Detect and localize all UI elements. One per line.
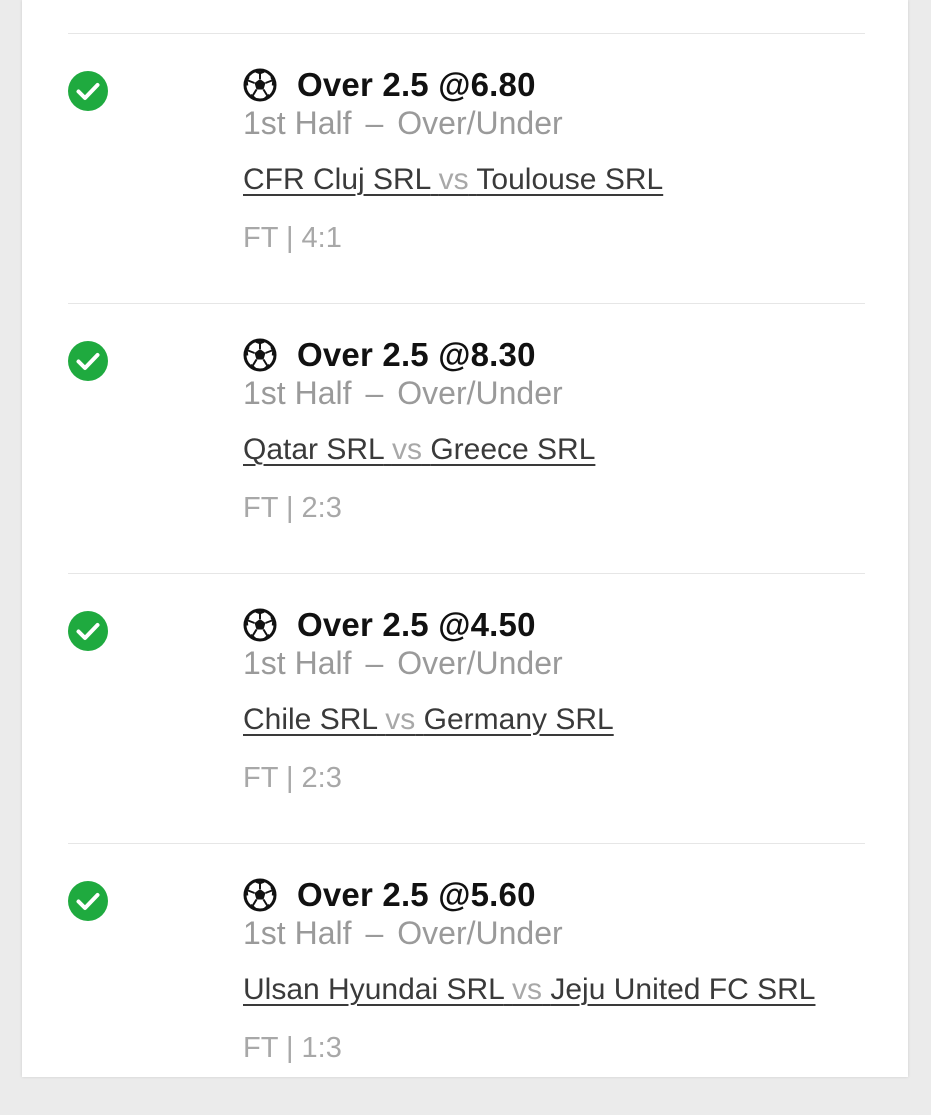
period-label: 1st Half xyxy=(243,105,352,141)
divider xyxy=(68,33,865,34)
market-separator: – xyxy=(365,915,384,951)
soccer-ball-icon xyxy=(243,68,277,102)
pick-row: Over 2.5 @6.80 xyxy=(243,65,536,105)
market-type-label: Over/Under xyxy=(397,105,563,141)
pick-label: Over 2.5 @8.30 xyxy=(297,336,536,373)
market-label: 1st Half – Over/Under xyxy=(243,645,563,682)
away-team: Jeju United FC SRL xyxy=(550,973,816,1006)
pick-label: Over 2.5 @5.60 xyxy=(297,876,536,913)
match-link[interactable]: Ulsan Hyundai SRL vs Jeju United FC SRL xyxy=(243,973,815,1007)
pick-row: Over 2.5 @8.30 xyxy=(243,335,536,375)
soccer-ball-icon xyxy=(243,338,277,372)
pick-row: Over 2.5 @5.60 xyxy=(243,875,536,915)
soccer-ball-icon xyxy=(243,878,277,912)
bet-item: Over 2.5 @6.80 1st Half – Over/Under CFR C… xyxy=(0,35,931,305)
match-link[interactable]: Chile SRL vs Germany SRL xyxy=(243,703,614,737)
vs-label: vs xyxy=(391,433,422,466)
market-label: 1st Half – Over/Under xyxy=(243,105,563,142)
bet-item: Over 2.5 @8.30 1st Half – Over/Under Qatar… xyxy=(0,305,931,575)
period-label: 1st Half xyxy=(243,645,352,681)
soccer-ball-icon xyxy=(243,608,277,642)
market-type-label: Over/Under xyxy=(397,645,563,681)
match-result: FT | 2:3 xyxy=(243,492,342,524)
market-label: 1st Half – Over/Under xyxy=(243,915,563,952)
match-result: FT | 1:3 xyxy=(243,1032,342,1064)
pick-label: Over 2.5 @4.50 xyxy=(297,606,536,643)
bet-item: Over 2.5 @4.50 1st Half – Over/Under Chile… xyxy=(0,575,931,845)
market-separator: – xyxy=(365,105,384,141)
home-team: CFR Cluj SRL xyxy=(243,163,431,196)
match-link[interactable]: Qatar SRL vs Greece SRL xyxy=(243,433,595,467)
match-result: FT | 2:3 xyxy=(243,762,342,794)
away-team: Greece SRL xyxy=(430,433,596,466)
market-type-label: Over/Under xyxy=(397,915,563,951)
market-separator: – xyxy=(365,375,384,411)
home-team: Chile SRL xyxy=(243,703,377,736)
home-team: Qatar SRL xyxy=(243,433,384,466)
match-link[interactable]: CFR Cluj SRL vs Toulouse SRL xyxy=(243,163,663,197)
pick-label: Over 2.5 @6.80 xyxy=(297,66,536,103)
period-label: 1st Half xyxy=(243,375,352,411)
vs-label: vs xyxy=(385,703,416,736)
market-type-label: Over/Under xyxy=(397,375,563,411)
market-label: 1st Half – Over/Under xyxy=(243,375,563,412)
period-label: 1st Half xyxy=(243,915,352,951)
bet-item: Over 2.5 @5.60 1st Half – Over/Under Ulsan… xyxy=(0,845,931,1115)
vs-label: vs xyxy=(438,163,469,196)
pick-row: Over 2.5 @4.50 xyxy=(243,605,536,645)
away-team: Germany SRL xyxy=(423,703,614,736)
match-result: FT | 4:1 xyxy=(243,222,342,254)
vs-label: vs xyxy=(512,973,543,1006)
home-team: Ulsan Hyundai SRL xyxy=(243,973,504,1006)
check-circle-icon xyxy=(68,71,108,111)
away-team: Toulouse SRL xyxy=(476,163,664,196)
check-circle-icon xyxy=(68,881,108,921)
check-circle-icon xyxy=(68,611,108,651)
check-circle-icon xyxy=(68,341,108,381)
market-separator: – xyxy=(365,645,384,681)
